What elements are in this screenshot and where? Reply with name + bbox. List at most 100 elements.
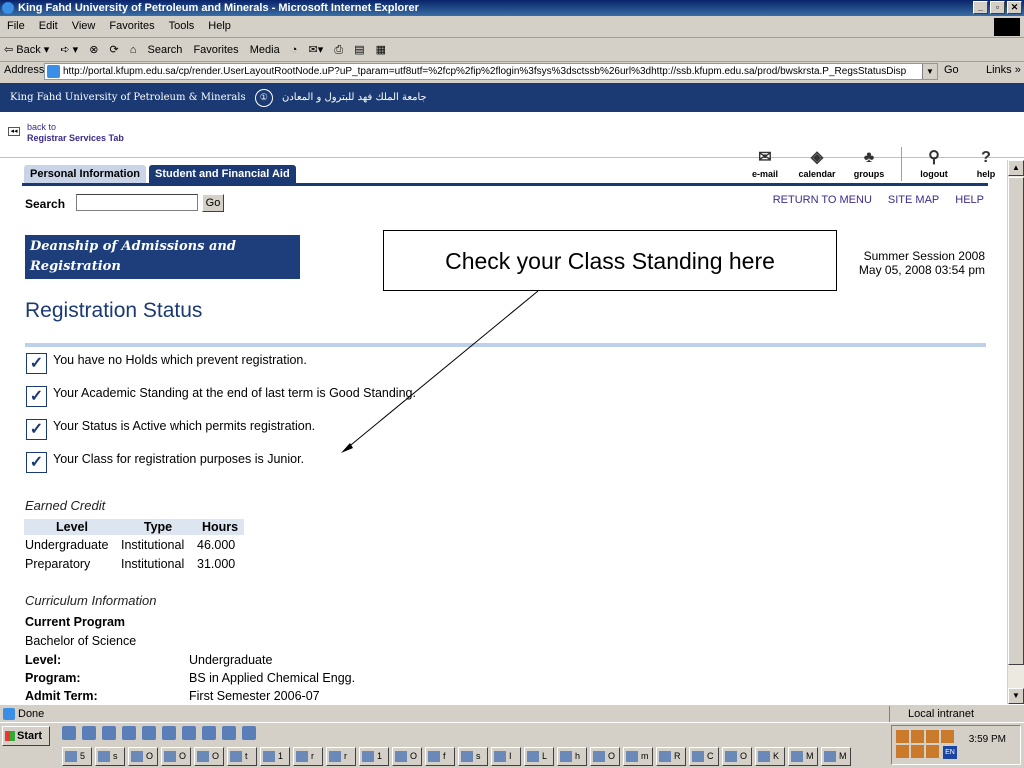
start-button[interactable]: Start: [2, 726, 50, 746]
menu-edit[interactable]: Edit: [32, 16, 65, 32]
home-icon[interactable]: ⌂: [126, 39, 141, 56]
task-button[interactable]: m: [623, 747, 653, 766]
address-input[interactable]: http://portal.kfupm.edu.sa/cp/render.Use…: [44, 63, 938, 80]
current-program-text: Current Program: [25, 615, 126, 629]
window-titlebar: King Fahd University of Petroleum and Mi…: [0, 0, 1024, 16]
task-button[interactable]: h: [557, 747, 587, 766]
task-button[interactable]: O: [161, 747, 191, 766]
curriculum-heading: Curriculum Information: [25, 593, 157, 608]
callout-arrow: [341, 290, 539, 453]
task-button[interactable]: 1: [359, 747, 389, 766]
task-button[interactable]: O: [722, 747, 752, 766]
scroll-up-button[interactable]: ▲: [1008, 160, 1024, 176]
desktop-icon[interactable]: [62, 726, 76, 740]
task-button[interactable]: 5: [62, 747, 92, 766]
print-icon[interactable]: ⎙: [330, 39, 347, 57]
discuss-icon[interactable]: ▦: [372, 38, 390, 56]
level-label-text: Level:: [25, 653, 62, 667]
maximize-button[interactable]: ▫: [990, 1, 1005, 14]
ie-icon: [2, 2, 14, 14]
task-button[interactable]: O: [590, 747, 620, 766]
app-icon[interactable]: [242, 726, 256, 740]
window-title: King Fahd University of Petroleum and Mi…: [18, 2, 419, 14]
menu-file[interactable]: File: [0, 16, 32, 32]
task-button[interactable]: M: [788, 747, 818, 766]
col-hours: Hours: [196, 519, 244, 535]
task-button[interactable]: r: [293, 747, 323, 766]
back-button[interactable]: ⇦ Back ▾: [0, 38, 53, 56]
table-row: Undergraduate Institutional 46.000: [24, 535, 244, 554]
media-player-icon[interactable]: [142, 726, 156, 740]
search-button[interactable]: Search: [144, 39, 187, 56]
menu-bar: File Edit View Favorites Tools Help: [0, 16, 1024, 38]
tray-icon[interactable]: [926, 730, 939, 743]
vertical-scrollbar[interactable]: ▲ ▼: [1007, 160, 1024, 704]
tray-icon[interactable]: [911, 745, 924, 758]
address-dropdown-icon[interactable]: ▼: [922, 64, 937, 79]
media-button[interactable]: Media: [246, 39, 284, 56]
task-button[interactable]: 1: [260, 747, 290, 766]
task-buttons: 5sOOOt1rr1OfsILhOmRCOKMM: [62, 747, 851, 766]
system-tray: EN 3:59 PM: [891, 725, 1021, 765]
task-button[interactable]: I: [491, 747, 521, 766]
menu-view[interactable]: View: [65, 16, 103, 32]
program-value: BS in Applied Chemical Engg.: [189, 671, 356, 685]
task-button[interactable]: O: [392, 747, 422, 766]
cell: Institutional: [121, 556, 185, 571]
task-button[interactable]: s: [458, 747, 488, 766]
ie-launch-icon[interactable]: [82, 726, 96, 740]
task-button[interactable]: O: [194, 747, 224, 766]
admit-term-label: Admit Term:: [25, 689, 98, 703]
tray-icon[interactable]: [926, 745, 939, 758]
favorites-button[interactable]: Favorites: [189, 39, 242, 56]
history-icon[interactable]: ◔: [287, 39, 302, 56]
tray-icon[interactable]: [911, 730, 924, 743]
app-icon[interactable]: [182, 726, 196, 740]
cell: Preparatory: [25, 556, 91, 571]
tray-icon[interactable]: [941, 730, 954, 743]
task-button[interactable]: C: [689, 747, 719, 766]
outlook-icon[interactable]: [122, 726, 136, 740]
links-button[interactable]: Links »: [986, 64, 1021, 76]
minimize-button[interactable]: _: [973, 1, 988, 14]
page-done-icon: [3, 708, 15, 720]
task-button[interactable]: M: [821, 747, 851, 766]
task-button[interactable]: R: [656, 747, 686, 766]
tray-icon[interactable]: [896, 745, 909, 758]
task-button[interactable]: f: [425, 747, 455, 766]
task-button[interactable]: O: [128, 747, 158, 766]
mail-icon[interactable]: ✉▾: [305, 38, 328, 56]
task-button[interactable]: t: [227, 747, 257, 766]
browser-toolbar: ⇦ Back ▾ ➪ ▾ ⊗ ⟳ ⌂ Search Favorites Medi…: [0, 38, 1024, 62]
cmd-icon[interactable]: [162, 726, 176, 740]
col-type: Type: [120, 519, 196, 535]
scroll-thumb[interactable]: [1008, 177, 1024, 665]
task-button[interactable]: r: [326, 747, 356, 766]
address-label: Address: [4, 64, 45, 76]
address-go-button[interactable]: Go: [944, 64, 959, 76]
task-button[interactable]: K: [755, 747, 785, 766]
language-indicator[interactable]: EN: [943, 746, 957, 759]
windows-logo-icon: [994, 18, 1020, 36]
refresh-icon[interactable]: ⟳: [106, 38, 123, 56]
menu-tools[interactable]: Tools: [162, 16, 202, 32]
col-level: Level: [24, 519, 120, 535]
menu-favorites[interactable]: Favorites: [102, 16, 161, 32]
status-text: Done: [18, 708, 45, 720]
edit-icon[interactable]: ▤: [350, 38, 368, 56]
close-button[interactable]: ✕: [1007, 1, 1022, 14]
stop-icon[interactable]: ⊗: [85, 38, 102, 56]
tray-icon[interactable]: [896, 730, 909, 743]
menu-help[interactable]: Help: [201, 16, 238, 32]
scroll-down-button[interactable]: ▼: [1008, 688, 1024, 704]
table-row: Preparatory Institutional 31.000: [24, 554, 244, 573]
task-button[interactable]: L: [524, 747, 554, 766]
explorer-icon[interactable]: [102, 726, 116, 740]
cell: Undergraduate: [25, 537, 109, 552]
firefox-icon[interactable]: [222, 726, 236, 740]
task-button[interactable]: s: [95, 747, 125, 766]
clock[interactable]: 3:59 PM: [969, 734, 1006, 745]
forward-button[interactable]: ➪ ▾: [56, 38, 82, 56]
level-label: Level:: [25, 653, 61, 667]
app-icon[interactable]: [202, 726, 216, 740]
